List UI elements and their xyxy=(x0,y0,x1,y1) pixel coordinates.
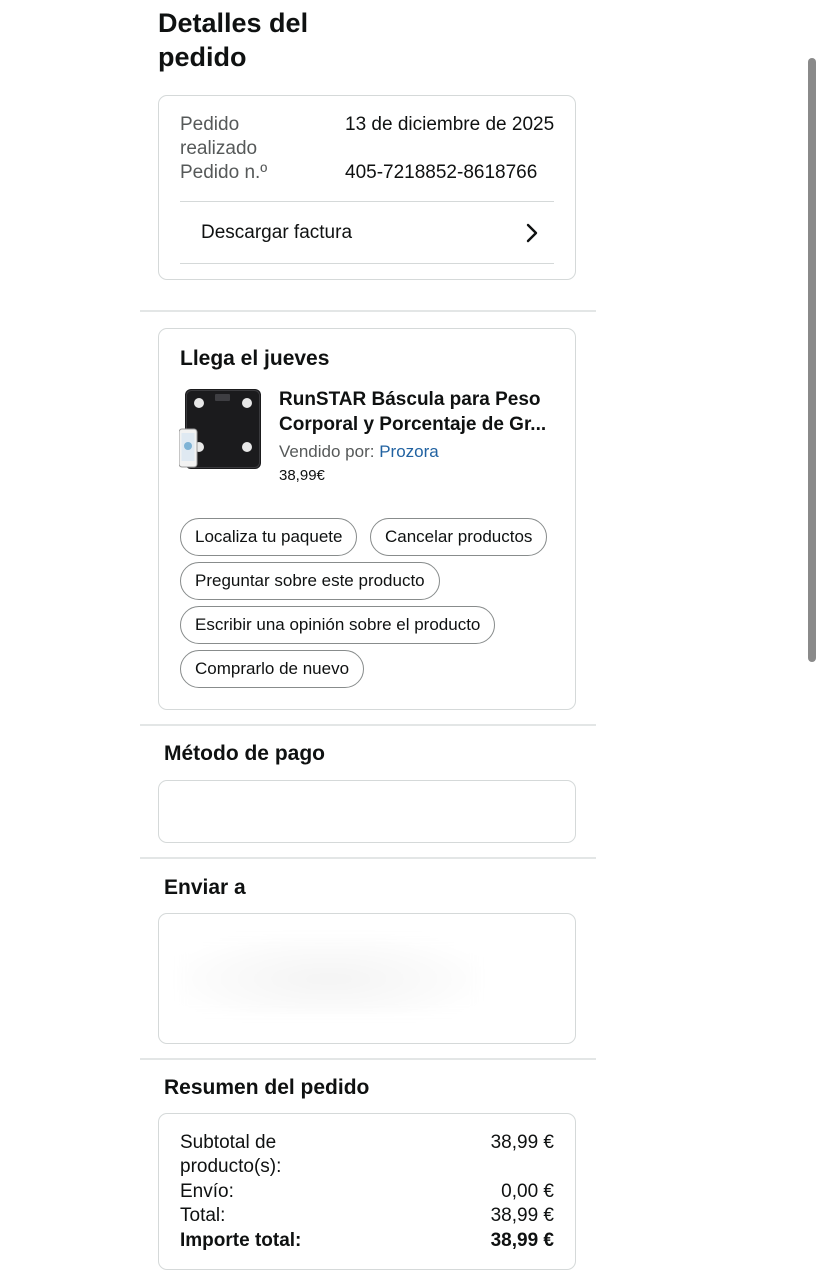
ask-product-question-button[interactable]: Preguntar sobre este producto xyxy=(180,562,440,600)
download-invoice-link[interactable]: Descargar factura xyxy=(180,201,554,264)
order-summary-card: Subtotal de producto(s): 38,99 € Envío: … xyxy=(158,1113,576,1270)
product-image[interactable] xyxy=(179,387,263,471)
seller-link[interactable]: Prozora xyxy=(379,442,439,461)
order-number-label: Pedido n.º xyxy=(180,162,268,183)
section-divider xyxy=(140,310,596,312)
section-divider xyxy=(140,1058,596,1060)
shipping-cost-label: Envío: xyxy=(180,1181,234,1202)
track-package-button[interactable]: Localiza tu paquete xyxy=(180,518,358,556)
product-price: 38,99€ xyxy=(279,467,325,484)
product-title[interactable]: RunSTAR Báscula para Peso Corporal y Por… xyxy=(279,387,561,437)
grand-total-value: 38,99 € xyxy=(490,1230,554,1251)
order-summary-heading: Resumen del pedido xyxy=(164,1076,370,1099)
delivery-heading: Llega el jueves xyxy=(180,347,330,370)
page-title: Detalles del pedido xyxy=(158,8,309,72)
order-date-value: 13 de diciembre de 2025 xyxy=(345,114,555,135)
payment-method-heading: Método de pago xyxy=(164,742,325,765)
subtotal-label: Subtotal de producto(s): xyxy=(180,1132,282,1177)
order-info-card: Pedido realizado 13 de diciembre de 2025… xyxy=(158,95,576,280)
scrollbar[interactable] xyxy=(808,58,816,662)
shipment-card: Llega el jueves RunSTAR Báscula para Pes… xyxy=(158,328,576,710)
buy-again-button[interactable]: Comprarlo de nuevo xyxy=(180,650,365,688)
order-date-label: Pedido realizado xyxy=(180,114,258,159)
total-value: 38,99 € xyxy=(490,1205,554,1226)
sold-by: Vendido por: Prozora xyxy=(279,441,439,463)
chevron-right-icon xyxy=(526,223,538,242)
sold-by-label: Vendido por: xyxy=(279,442,375,461)
ship-to-heading: Enviar a xyxy=(164,876,246,899)
shipping-cost-value: 0,00 € xyxy=(501,1181,554,1202)
redacted-address xyxy=(179,936,479,1014)
download-invoice-label: Descargar factura xyxy=(201,221,353,243)
write-review-button[interactable]: Escribir una opinión sobre el producto xyxy=(180,606,496,644)
cancel-items-button[interactable]: Cancelar productos xyxy=(370,518,548,556)
grand-total-label: Importe total: xyxy=(180,1230,302,1251)
subtotal-value: 38,99 € xyxy=(490,1132,554,1153)
section-divider xyxy=(140,857,596,859)
order-number-value: 405-7218852-8618766 xyxy=(345,162,538,183)
payment-method-card xyxy=(158,780,576,843)
ship-to-card xyxy=(158,913,576,1044)
total-label: Total: xyxy=(180,1205,226,1226)
section-divider xyxy=(140,724,596,726)
